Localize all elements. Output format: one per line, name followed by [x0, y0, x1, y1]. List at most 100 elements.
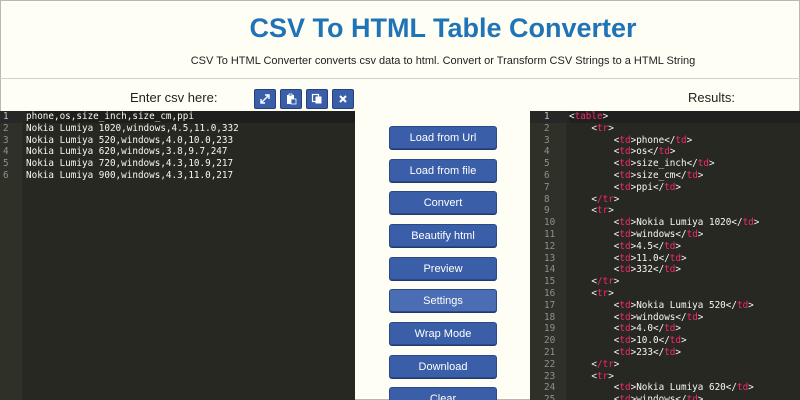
- header-divider: [0, 78, 800, 79]
- clear-input-button[interactable]: [332, 89, 354, 109]
- tag-bracket: >: [697, 394, 704, 400]
- tag-bracket: >: [608, 122, 614, 134]
- line-number: 18: [544, 311, 556, 323]
- cell-text: phone: [636, 134, 665, 146]
- cell-text: windows: [636, 394, 676, 400]
- input-label: Enter csv here:: [130, 90, 218, 105]
- convert-button[interactable]: Convert: [389, 191, 497, 214]
- tag-name: td: [664, 346, 676, 358]
- output-gutter: 1 2 3 4 5 6 7 8 9 10 11 12 13 14 15 16 17 18 19 20 21 22 23 24 2…: [530, 111, 566, 400]
- download-button[interactable]: Download: [389, 355, 497, 378]
- page-title: CSV To HTML Table Converter: [249, 13, 637, 43]
- tag-name: td: [658, 146, 670, 158]
- line-number: 17: [544, 299, 556, 311]
- html-line: <td>phone</td>: [569, 135, 800, 147]
- tag-name: td: [664, 264, 676, 276]
- html-line: <tr>: [569, 288, 800, 300]
- tag-bracket: >: [613, 276, 620, 288]
- html-line: <td>windows</td>: [569, 229, 800, 241]
- paste-button[interactable]: [280, 89, 302, 109]
- tag-bracket: </: [731, 217, 743, 229]
- tag-name: tr: [597, 122, 609, 134]
- csv-line: Nokia Lumiya 720,windows,4.3,10.9,217: [26, 158, 234, 170]
- tag-name: td: [686, 228, 698, 240]
- load-from-file-button[interactable]: Load from file: [389, 159, 497, 182]
- tag-name: tr: [597, 287, 609, 299]
- html-line: <td>4.5</td>: [569, 241, 800, 253]
- line-number: 22: [544, 358, 556, 370]
- wrap-mode-button[interactable]: Wrap Mode: [389, 322, 497, 345]
- tag-bracket: >: [708, 158, 715, 170]
- tag-name: td: [686, 394, 698, 400]
- tag-name: td: [664, 181, 676, 193]
- line-number: 12: [544, 240, 556, 252]
- cell-text: size_cm: [636, 169, 676, 181]
- line-number: 4: [544, 146, 550, 158]
- tag-bracket: >: [613, 193, 620, 205]
- tag-bracket: >: [748, 382, 754, 394]
- tag-bracket: >: [675, 240, 682, 252]
- tag-name: td: [619, 382, 631, 394]
- tag-name: td: [619, 158, 631, 170]
- line-number: 19: [544, 323, 556, 335]
- tag-name: td: [686, 169, 698, 181]
- line-number: 10: [544, 217, 556, 229]
- tag-name: td: [619, 240, 631, 252]
- settings-button[interactable]: Settings: [389, 289, 497, 312]
- cell-text: windows: [636, 311, 676, 323]
- line-number: 2: [544, 122, 550, 134]
- line-number: 6: [3, 169, 9, 181]
- tag-name: td: [619, 169, 631, 181]
- line-number: 23: [544, 370, 556, 382]
- tag-bracket: >: [681, 335, 687, 347]
- html-line: <table>: [569, 111, 800, 123]
- line-number: 25: [544, 394, 556, 400]
- preview-button[interactable]: Preview: [389, 257, 497, 280]
- paste-icon: [287, 93, 297, 105]
- tag-name: td: [619, 311, 631, 323]
- html-line: <td>332</td>: [569, 264, 800, 276]
- line-number: 3: [3, 134, 9, 146]
- tag-name: td: [736, 382, 749, 394]
- clear-button[interactable]: Clear: [389, 387, 497, 400]
- html-line: </tr>: [569, 276, 800, 288]
- line-number: 1: [530, 111, 566, 123]
- tag-name: td: [686, 311, 698, 323]
- tag-bracket: </: [725, 299, 737, 311]
- copy-button[interactable]: [306, 89, 328, 109]
- cell-text: 11.0: [636, 252, 659, 264]
- line-number: 20: [544, 335, 556, 347]
- csv-input-editor[interactable]: 1 2 3 4 5 6 phone,os,size_inch,size_cm,p…: [0, 111, 355, 400]
- tag-bracket: </: [647, 146, 659, 158]
- tag-name: td: [619, 264, 631, 276]
- tag-bracket: </: [664, 134, 676, 146]
- tag-bracket: >: [669, 146, 676, 158]
- tag-name: td: [619, 146, 631, 158]
- beautify-html-button[interactable]: Beautify html: [389, 224, 497, 247]
- cell-text: 233: [636, 346, 653, 358]
- tag-bracket: </: [675, 311, 687, 323]
- tag-bracket: >: [608, 205, 614, 217]
- csv-line: Nokia Lumiya 620,windows,3.8,9.7,247: [26, 146, 228, 158]
- input-code: phone,os,size_inch,size_cm,ppi Nokia Lum…: [26, 111, 355, 182]
- tag-bracket: >: [681, 252, 687, 264]
- tag-name: td: [675, 134, 687, 146]
- line-number: 5: [544, 158, 550, 170]
- tag-name: td: [619, 217, 631, 229]
- html-line: <td>size_cm</td>: [569, 170, 800, 182]
- load-from-url-button[interactable]: Load from Url: [389, 126, 497, 149]
- tag-name: td: [619, 252, 631, 264]
- tag-name: td: [619, 299, 631, 311]
- expand-button[interactable]: [254, 89, 276, 109]
- html-line: <td>size_inch</td>: [569, 158, 800, 170]
- html-line: <td>11.0</td>: [569, 253, 800, 265]
- html-output-editor[interactable]: 1 2 3 4 5 6 7 8 9 10 11 12 13 14 15 16 17 18 19 20 21 22 23 24 2…: [530, 111, 800, 400]
